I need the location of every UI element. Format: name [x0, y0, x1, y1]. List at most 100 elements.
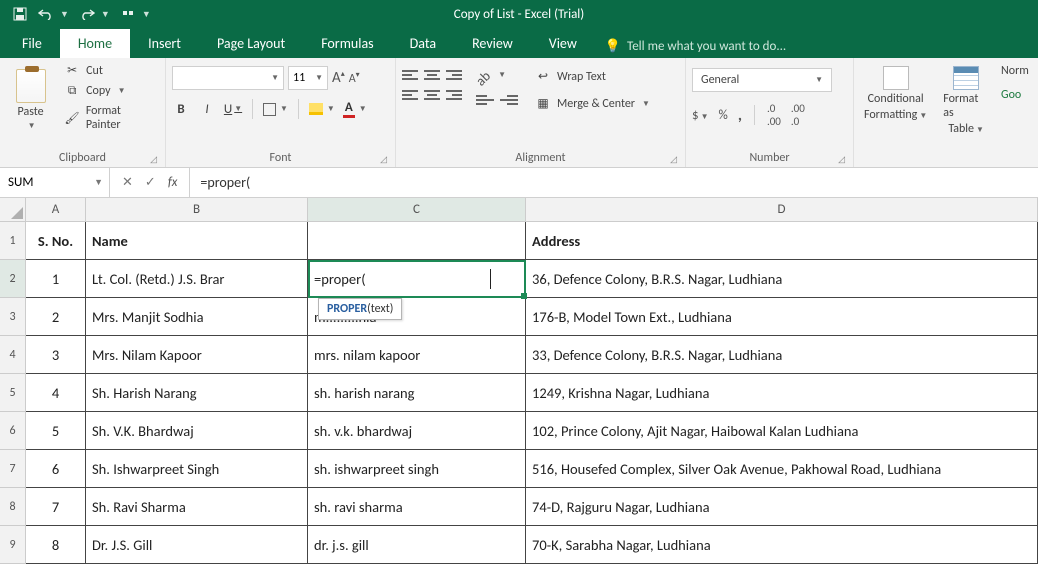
redo-icon[interactable] — [79, 6, 95, 22]
font-launcher-icon[interactable]: ◿ — [380, 154, 387, 165]
font-name-combo[interactable]: ▼ — [172, 66, 284, 90]
column-header-c[interactable]: C — [308, 198, 526, 222]
cell-a7[interactable]: 6 — [26, 450, 86, 488]
increase-indent-icon[interactable] — [500, 95, 518, 105]
cell-c9[interactable]: dr. j.s. gill — [308, 526, 526, 564]
increase-font-icon[interactable]: A▴ — [332, 69, 345, 87]
cell-d5[interactable]: 1249, Krishna Nagar, Ludhiana — [526, 374, 1038, 412]
row-header-4[interactable]: 4 — [0, 336, 26, 374]
cell-b2[interactable]: Lt. Col. (Retd.) J.S. Brar — [86, 260, 308, 298]
paste-button[interactable]: Paste ▼ — [6, 62, 55, 133]
cell-b1[interactable]: Name — [86, 222, 308, 260]
conditional-formatting-button[interactable]: Conditional Formatting▼ — [860, 66, 931, 136]
insert-function-icon[interactable]: fx — [168, 175, 178, 190]
format-painter-button[interactable]: 🖌Format Painter — [61, 103, 159, 133]
number-format-combo[interactable]: General▼ — [692, 68, 832, 92]
cell-a4[interactable]: 3 — [26, 336, 86, 374]
cell-b9[interactable]: Dr. J.S. Gill — [86, 526, 308, 564]
cut-button[interactable]: ✂Cut — [61, 62, 159, 79]
underline-button[interactable]: U▼ — [224, 98, 242, 120]
cell-a9[interactable]: 8 — [26, 526, 86, 564]
undo-icon[interactable] — [38, 6, 54, 22]
cell-c1[interactable] — [308, 222, 526, 260]
cell-a5[interactable]: 4 — [26, 374, 86, 412]
decrease-decimal-icon[interactable]: .00.0 — [791, 102, 805, 128]
enter-formula-icon[interactable]: ✓ — [145, 175, 156, 190]
cell-b5[interactable]: Sh. Harish Narang — [86, 374, 308, 412]
tab-review[interactable]: Review — [454, 29, 531, 58]
qat-customize-icon[interactable]: ▼ — [142, 9, 151, 20]
percent-format-icon[interactable]: % — [719, 108, 728, 123]
copy-dropdown-icon[interactable]: ▼ — [118, 86, 126, 96]
row-header-5[interactable]: 5 — [0, 374, 26, 412]
paste-dropdown-icon[interactable]: ▼ — [28, 121, 36, 131]
row-header-9[interactable]: 9 — [0, 526, 26, 564]
row-header-8[interactable]: 8 — [0, 488, 26, 526]
style-good[interactable]: Goo — [1001, 88, 1035, 102]
clipboard-launcher-icon[interactable]: ◿ — [150, 154, 157, 165]
decrease-indent-icon[interactable] — [476, 95, 494, 105]
format-as-table-button[interactable]: Format as Table▼ — [939, 66, 993, 136]
bold-button[interactable]: B — [172, 98, 190, 120]
tab-formulas[interactable]: Formulas — [303, 29, 391, 58]
cell-b6[interactable]: Sh. V.K. Bhardwaj — [86, 412, 308, 450]
alignment-launcher-icon[interactable]: ◿ — [670, 154, 677, 165]
increase-decimal-icon[interactable]: .0.00 — [767, 102, 781, 128]
font-color-button[interactable]: A▼ — [343, 100, 367, 118]
cell-c6[interactable]: sh. v.k. bhardwaj — [308, 412, 526, 450]
cell-styles-gallery[interactable]: Norm Goo — [999, 58, 1037, 167]
undo-dropdown-icon[interactable]: ▼ — [60, 9, 69, 20]
align-top-icon[interactable] — [402, 70, 418, 82]
cell-d9[interactable]: 70-K, Sarabha Nagar, Ludhiana — [526, 526, 1038, 564]
formula-input[interactable]: =proper( — [190, 174, 1038, 191]
orientation-icon[interactable]: ab — [472, 68, 494, 90]
cell-c2-active[interactable]: =proper( — [308, 260, 526, 298]
style-normal[interactable]: Norm — [1001, 64, 1035, 78]
row-header-6[interactable]: 6 — [0, 412, 26, 450]
align-middle-icon[interactable] — [424, 70, 440, 82]
italic-button[interactable]: I — [198, 98, 216, 120]
wrap-text-button[interactable]: ↩Wrap Text — [532, 68, 652, 85]
column-header-d[interactable]: D — [526, 198, 1038, 222]
redo-dropdown-icon[interactable]: ▼ — [101, 9, 110, 20]
cell-a3[interactable]: 2 — [26, 298, 86, 336]
cell-b4[interactable]: Mrs. Nilam Kapoor — [86, 336, 308, 374]
font-size-combo[interactable]: 11▼ — [288, 66, 328, 90]
tab-insert[interactable]: Insert — [130, 29, 199, 58]
cell-d1[interactable]: Address — [526, 222, 1038, 260]
comma-format-icon[interactable]: , — [738, 106, 742, 125]
row-header-2[interactable]: 2 — [0, 260, 26, 298]
name-box[interactable]: SUM ▼ — [0, 168, 110, 197]
select-all-corner[interactable] — [0, 198, 26, 222]
cell-b7[interactable]: Sh. Ishwarpreet Singh — [86, 450, 308, 488]
row-header-7[interactable]: 7 — [0, 450, 26, 488]
tab-data[interactable]: Data — [392, 29, 454, 58]
row-header-3[interactable]: 3 — [0, 298, 26, 336]
cell-d3[interactable]: 176-B, Model Town Ext., Ludhiana — [526, 298, 1038, 336]
align-right-icon[interactable] — [446, 90, 462, 102]
cell-a1[interactable]: S. No. — [26, 222, 86, 260]
cell-d6[interactable]: 102, Prince Colony, Ajit Nagar, Haibowal… — [526, 412, 1038, 450]
number-launcher-icon[interactable]: ◿ — [838, 154, 845, 165]
align-center-icon[interactable] — [424, 90, 440, 102]
cell-a6[interactable]: 5 — [26, 412, 86, 450]
tab-view[interactable]: View — [531, 29, 595, 58]
column-header-b[interactable]: B — [86, 198, 308, 222]
touch-mode-icon[interactable] — [120, 6, 136, 22]
cell-c8[interactable]: sh. ravi sharma — [308, 488, 526, 526]
cell-a8[interactable]: 7 — [26, 488, 86, 526]
tab-home[interactable]: Home — [60, 29, 130, 58]
borders-button[interactable]: ▼ — [263, 103, 288, 116]
cell-c7[interactable]: sh. ishwarpreet singh — [308, 450, 526, 488]
cell-c4[interactable]: mrs. nilam kapoor — [308, 336, 526, 374]
align-left-icon[interactable] — [402, 90, 418, 102]
name-box-dropdown-icon[interactable]: ▼ — [94, 177, 103, 188]
cell-b8[interactable]: Sh. Ravi Sharma — [86, 488, 308, 526]
cell-d4[interactable]: 33, Defence Colony, B.R.S. Nagar, Ludhia… — [526, 336, 1038, 374]
save-icon[interactable] — [12, 6, 28, 22]
copy-button[interactable]: ⧉Copy▼ — [61, 83, 159, 99]
fill-color-button[interactable]: ▼ — [309, 103, 335, 115]
decrease-font-icon[interactable]: A▾ — [349, 70, 360, 86]
merge-center-button[interactable]: ▦Merge & Center▼ — [532, 95, 652, 112]
cell-b3[interactable]: Mrs. Manjit Sodhia — [86, 298, 308, 336]
